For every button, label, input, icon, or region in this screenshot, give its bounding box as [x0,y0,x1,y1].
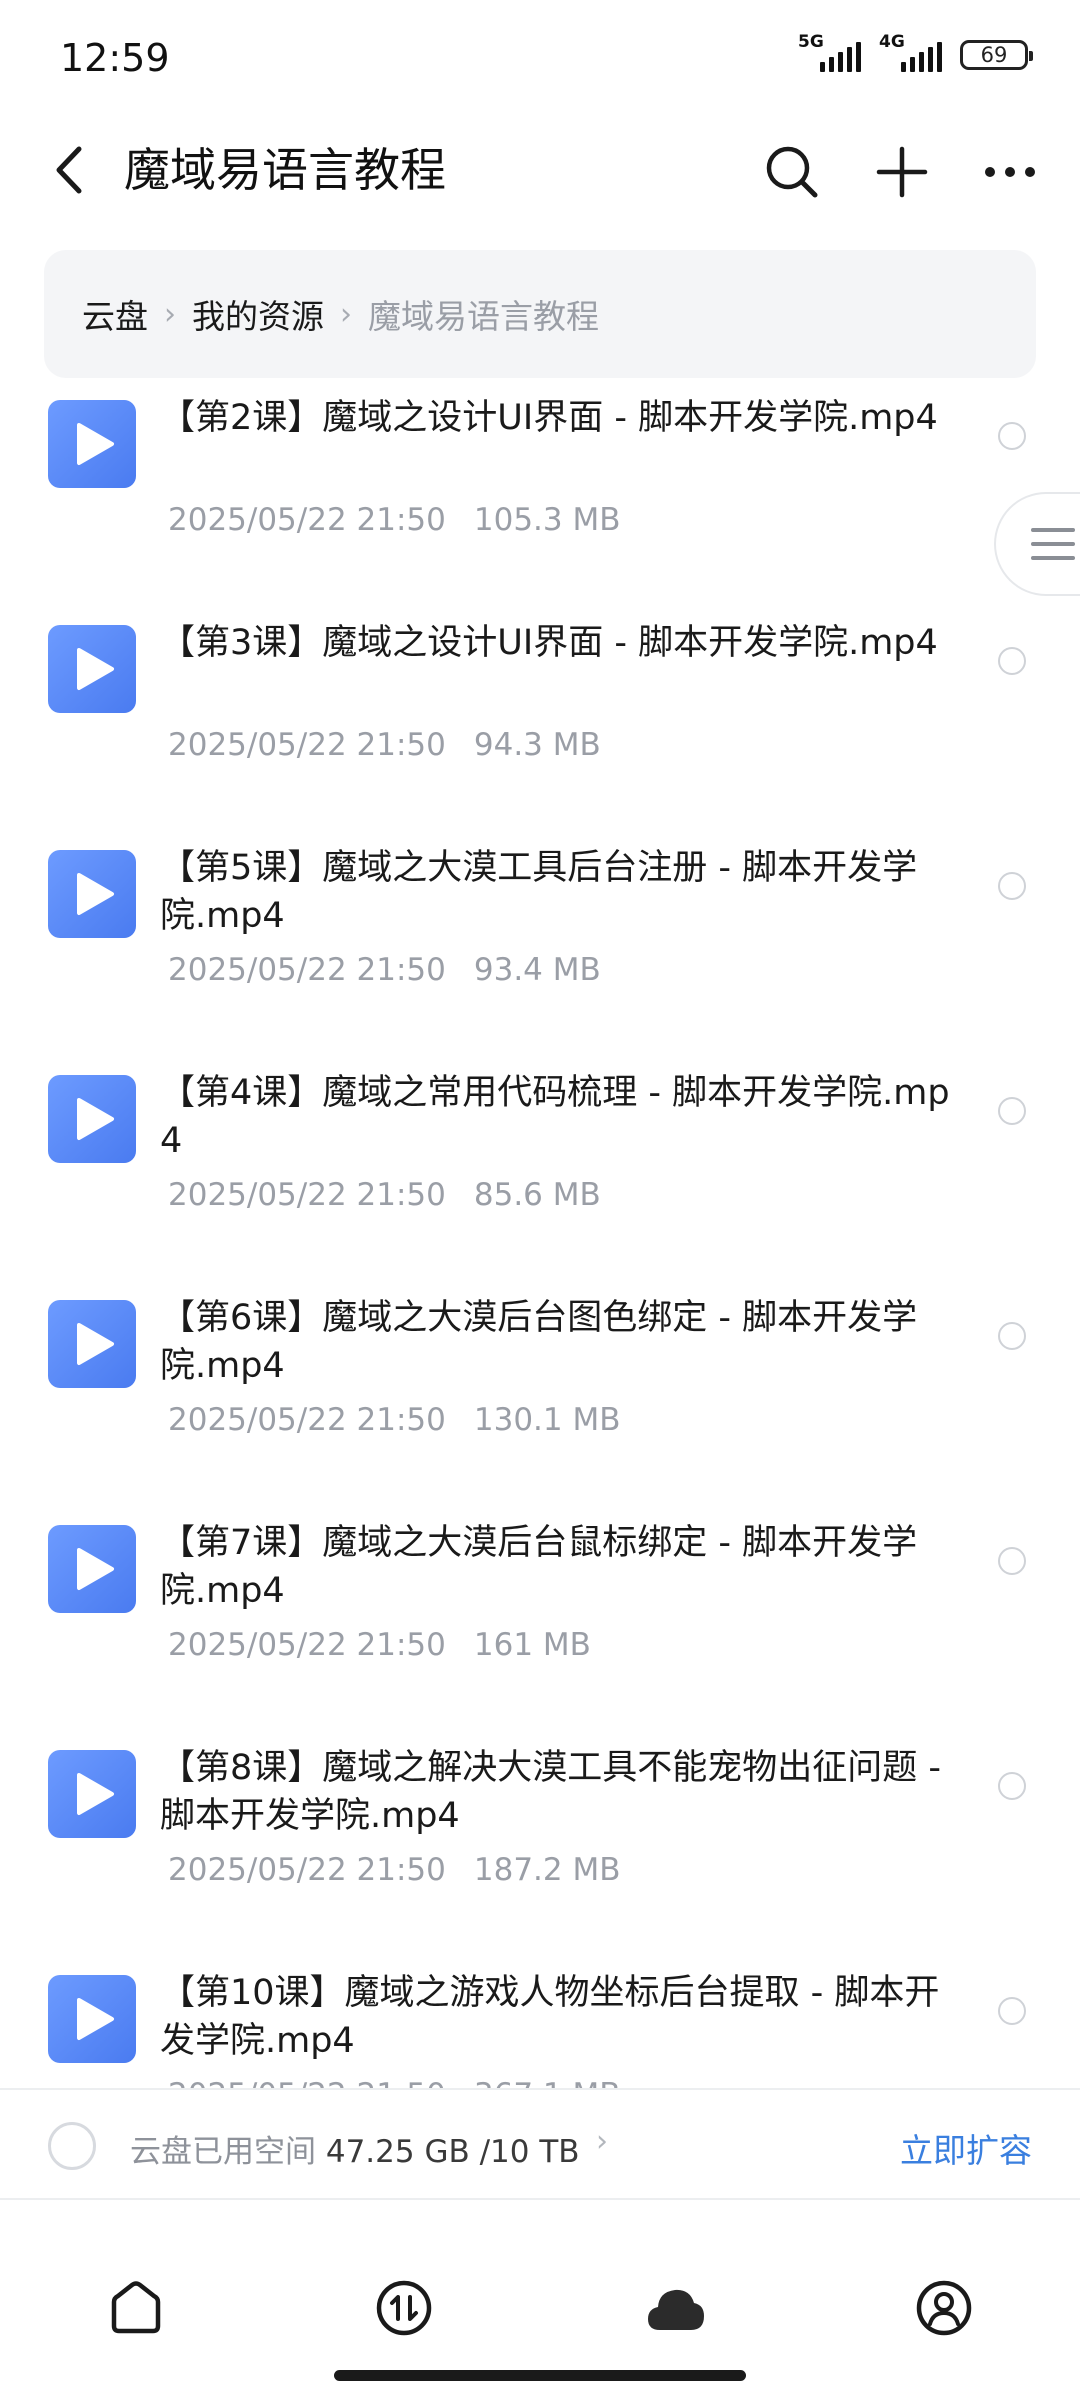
profile-icon [916,2280,972,2336]
breadcrumb: 云盘 › 我的资源 › 魔域易语言教程 [44,250,1036,378]
list-item[interactable]: 【第4课】魔域之常用代码梳理 - 脚本开发学院.mp4 2025/05/22 2… [0,1055,1080,1280]
list-item[interactable]: 【第3课】魔域之设计UI界面 - 脚本开发学院.mp4 2025/05/22 2… [0,605,1080,830]
menu-lines-icon [1031,528,1075,560]
select-checkbox[interactable] [998,422,1026,450]
file-date: 2025/05/22 21:50 [168,952,446,988]
file-name: 【第8课】魔域之解决大漠工具不能宠物出征问题 - 脚本开发学院.mp4 [160,1748,942,1836]
page-title: 魔域易语言教程 [124,143,446,197]
file-meta: 2025/05/22 21:50 161 MB [168,1627,591,1663]
status-time: 12:59 [60,36,170,80]
file-size: 105.3 MB [473,502,621,538]
file-date: 2025/05/22 21:50 [168,1852,446,1888]
file-meta: 2025/05/22 21:50 187.2 MB [168,1852,621,1888]
video-play-icon [48,1750,136,1838]
video-play-icon [48,1300,136,1388]
list-item[interactable]: 【第2课】魔域之设计UI界面 - 脚本开发学院.mp4 2025/05/22 2… [0,380,1080,605]
file-name: 【第10课】魔域之游戏人物坐标后台提取 - 脚本开发学院.mp4 [160,1973,940,2061]
list-item[interactable]: 【第8课】魔域之解决大漠工具不能宠物出征问题 - 脚本开发学院.mp4 2025… [0,1730,1080,1955]
list-item[interactable]: 【第6课】魔域之大漠后台图色绑定 - 脚本开发学院.mp4 2025/05/22… [0,1280,1080,1505]
breadcrumb-item-cloud[interactable]: 云盘 [82,290,148,338]
home-icon [111,2281,161,2334]
select-checkbox[interactable] [998,1322,1026,1350]
video-play-icon [48,1975,136,2063]
battery-level: 69 [980,43,1008,67]
select-checkbox[interactable] [998,1772,1026,1800]
video-play-icon [48,625,136,713]
list-item[interactable]: 【第5课】魔域之大漠工具后台注册 - 脚本开发学院.mp4 2025/05/22… [0,830,1080,1055]
list-item[interactable]: 【第10课】魔域之游戏人物坐标后台提取 - 脚本开发学院.mp4 2025/05… [0,1955,1080,2088]
chevron-right-icon: › [340,296,352,332]
expand-storage-button[interactable]: 立即扩容 [900,2124,1032,2172]
battery-icon: 69 [960,40,1033,70]
cloud-icon [648,2289,704,2330]
add-button[interactable] [870,140,934,204]
storage-usage[interactable]: 云盘已用空间 47.25 GB /10 TB [130,2126,580,2171]
file-date: 2025/05/22 21:50 [168,502,446,538]
select-checkbox[interactable] [998,1097,1026,1125]
select-checkbox[interactable] [998,872,1026,900]
file-name: 【第7课】魔域之大漠后台鼠标绑定 - 脚本开发学院.mp4 [160,1523,918,1611]
signal-5g-icon: 5G [798,32,861,72]
file-name: 【第4课】魔域之常用代码梳理 - 脚本开发学院.mp4 [160,1073,950,1161]
storage-value: 47.25 GB /10 TB [325,2134,580,2170]
file-size: 93.4 MB [473,952,601,988]
file-meta: 2025/05/22 21:50 105.3 MB [168,502,621,538]
storage-label: 云盘已用空间 [130,2134,316,2170]
file-meta: 2025/05/22 21:50 367.1 MB [168,2077,621,2088]
file-date: 2025/05/22 21:50 [168,2077,446,2088]
breadcrumb-item-my-resources[interactable]: 我的资源 [192,290,324,338]
video-play-icon [48,1525,136,1613]
app-header: 魔域易语言教程 [0,120,1080,220]
nav-home[interactable] [104,2276,168,2340]
status-indicators: 5G 4G 69 [798,32,1033,72]
file-name: 【第2课】魔域之设计UI界面 - 脚本开发学院.mp4 [160,398,938,438]
video-play-icon [48,1075,136,1163]
search-button[interactable] [760,140,824,204]
select-checkbox[interactable] [998,1547,1026,1575]
nav-transfer[interactable] [372,2276,436,2340]
plus-icon [876,146,928,198]
file-size: 94.3 MB [473,727,601,763]
home-indicator[interactable] [334,2370,746,2381]
status-bar: 12:59 5G 4G 69 [0,0,1080,120]
signal-4g-icon: 4G [879,32,942,72]
transfer-icon [376,2280,432,2336]
file-meta: 2025/05/22 21:50 130.1 MB [168,1402,621,1438]
file-size: 367.1 MB [474,2077,621,2088]
search-icon [766,146,818,198]
nav-cloud[interactable] [644,2276,708,2340]
video-play-icon [48,400,136,488]
file-size: 85.6 MB [473,1177,601,1213]
file-size: 130.1 MB [473,1402,621,1438]
file-size: 161 MB [473,1627,591,1663]
select-checkbox[interactable] [998,1997,1026,2025]
select-checkbox[interactable] [998,647,1026,675]
chevron-right-icon: › [596,2124,608,2159]
chevron-right-icon: › [164,296,176,332]
file-date: 2025/05/22 21:50 [168,1402,446,1438]
chevron-left-icon [56,146,82,194]
file-date: 2025/05/22 21:50 [168,1177,446,1213]
file-name: 【第6课】魔域之大漠后台图色绑定 - 脚本开发学院.mp4 [160,1298,918,1386]
breadcrumb-item-current: 魔域易语言教程 [368,297,599,336]
file-name: 【第5课】魔域之大漠工具后台注册 - 脚本开发学院.mp4 [160,848,918,936]
file-meta: 2025/05/22 21:50 94.3 MB [168,727,601,763]
file-name: 【第3课】魔域之设计UI界面 - 脚本开发学院.mp4 [160,623,938,663]
file-meta: 2025/05/22 21:50 85.6 MB [168,1177,601,1213]
video-play-icon [48,850,136,938]
file-date: 2025/05/22 21:50 [168,1627,446,1663]
nav-profile[interactable] [912,2276,976,2340]
storage-bar: 云盘已用空间 47.25 GB /10 TB › 立即扩容 [0,2088,1080,2200]
file-size: 187.2 MB [473,1852,621,1888]
file-list[interactable]: 【第2课】魔域之设计UI界面 - 脚本开发学院.mp4 2025/05/22 2… [0,380,1080,2088]
more-dots-icon [985,167,1035,177]
file-date: 2025/05/22 21:50 [168,727,446,763]
file-meta: 2025/05/22 21:50 93.4 MB [168,952,601,988]
back-button[interactable] [40,140,100,200]
more-button[interactable] [978,140,1042,204]
storage-usage-ring-icon [48,2122,96,2170]
list-item[interactable]: 【第7课】魔域之大漠后台鼠标绑定 - 脚本开发学院.mp4 2025/05/22… [0,1505,1080,1730]
